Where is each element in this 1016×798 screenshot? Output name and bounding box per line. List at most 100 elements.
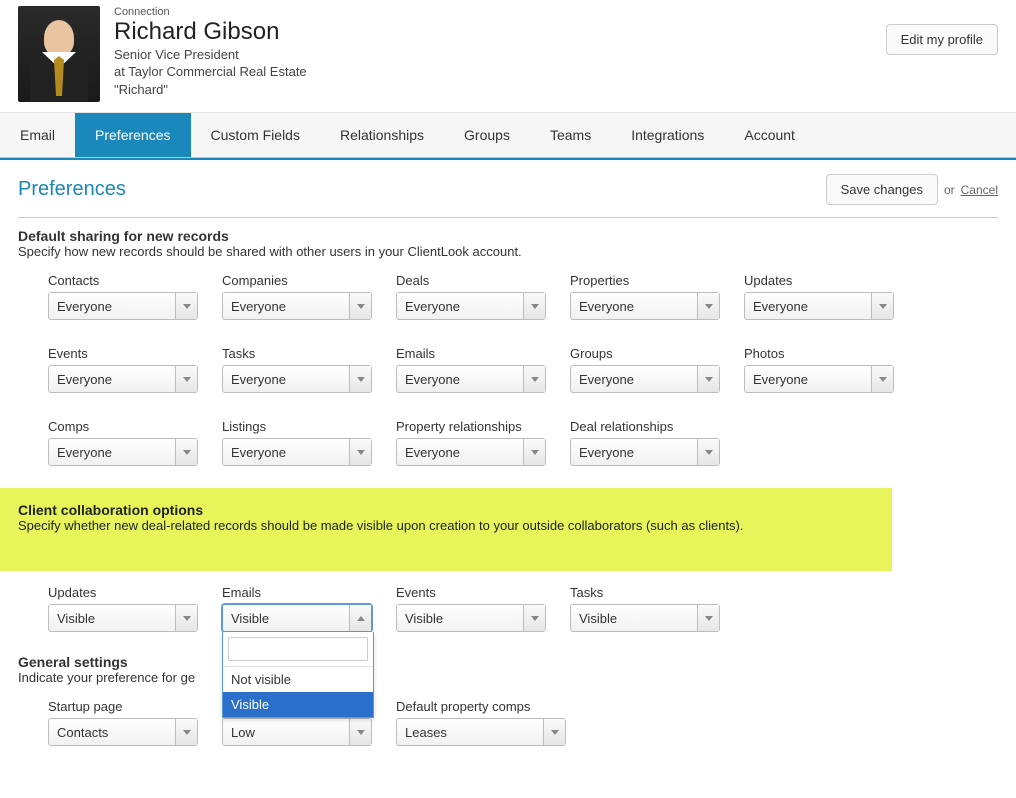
sharing-tasks-label: Tasks [222,346,372,361]
tab-preferences[interactable]: Preferences [75,113,190,157]
collab-emails-label: Emails [222,585,372,600]
chevron-down-icon [523,366,545,392]
sharing-title: Default sharing for new records [18,228,998,244]
general-desc: Indicate your preference for general set… [18,670,998,685]
sharing-companies-label: Companies [222,273,372,288]
chevron-down-icon [697,605,719,631]
sharing-grid: Contacts Everyone Companies Everyone Dea… [18,273,998,466]
sharing-desc: Specify how new records should be shared… [18,244,998,259]
sharing-events-select[interactable]: Everyone [48,365,198,393]
cancel-link[interactable]: Cancel [961,183,998,197]
chevron-down-icon [349,293,371,319]
sharing-deals-label: Deals [396,273,546,288]
or-text: or [944,183,955,197]
sharing-comps-select[interactable]: Everyone [48,438,198,466]
chevron-down-icon [543,719,565,745]
edit-profile-button[interactable]: Edit my profile [886,24,998,55]
collab-tasks-select[interactable]: Visible [570,604,720,632]
sharing-events-label: Events [48,346,198,361]
collab-desc: Specify whether new deal-related records… [18,518,874,533]
dropdown-option-visible[interactable]: Visible [223,692,373,717]
profile-header: Connection Richard Gibson Senior Vice Pr… [0,0,1016,112]
general-startup-label: Startup page [48,699,198,714]
collab-emails-dropdown: Not visible Visible [222,632,374,718]
sharing-updates-select[interactable]: Everyone [744,292,894,320]
sharing-properties-select[interactable]: Everyone [570,292,720,320]
profile-info: Connection Richard Gibson Senior Vice Pr… [100,6,886,98]
collab-events-select[interactable]: Visible [396,604,546,632]
general-title: General settings [18,654,998,670]
connection-label: Connection [114,6,886,18]
chevron-down-icon [349,366,371,392]
chevron-down-icon [175,439,197,465]
sharing-groups-label: Groups [570,346,720,361]
tab-relationships[interactable]: Relationships [320,113,444,157]
general-startup-select[interactable]: Contacts [48,718,198,746]
general-grid: Startup page Contacts Task priority Low … [18,699,998,746]
tab-groups[interactable]: Groups [444,113,530,157]
person-company: at Taylor Commercial Real Estate [114,63,886,81]
chevron-down-icon [175,366,197,392]
collab-highlight: Client collaboration options Specify whe… [0,488,892,571]
chevron-up-icon [349,605,371,631]
general-comps-select[interactable]: Leases [396,718,566,746]
sharing-emails-label: Emails [396,346,546,361]
sharing-proprel-label: Property relationships [396,419,546,434]
chevron-down-icon [175,293,197,319]
collab-title: Client collaboration options [18,502,874,518]
tab-teams[interactable]: Teams [530,113,611,157]
sharing-tasks-select[interactable]: Everyone [222,365,372,393]
chevron-down-icon [697,439,719,465]
collab-updates-label: Updates [48,585,198,600]
person-title: Senior Vice President [114,46,886,64]
sharing-groups-select[interactable]: Everyone [570,365,720,393]
dropdown-search-box[interactable] [228,637,368,661]
tabbar: Email Preferences Custom Fields Relation… [0,112,1016,158]
sharing-deals-select[interactable]: Everyone [396,292,546,320]
collab-updates-select[interactable]: Visible [48,604,198,632]
avatar [18,6,100,102]
dropdown-option-not-visible[interactable]: Not visible [223,667,373,692]
sharing-contacts-select[interactable]: Everyone [48,292,198,320]
sharing-dealrel-select[interactable]: Everyone [570,438,720,466]
tab-email[interactable]: Email [0,113,75,157]
sharing-companies-select[interactable]: Everyone [222,292,372,320]
tab-integrations[interactable]: Integrations [611,113,724,157]
sharing-properties-label: Properties [570,273,720,288]
chevron-down-icon [349,439,371,465]
sharing-photos-label: Photos [744,346,894,361]
collab-tasks-label: Tasks [570,585,720,600]
chevron-down-icon [175,719,197,745]
chevron-down-icon [523,439,545,465]
chevron-down-icon [523,605,545,631]
collab-emails-select[interactable]: Visible Not visible Visible [222,604,372,632]
person-nickname: "Richard" [114,81,886,99]
chevron-down-icon [871,366,893,392]
sharing-emails-select[interactable]: Everyone [396,365,546,393]
general-priority-select[interactable]: Low [222,718,372,746]
chevron-down-icon [523,293,545,319]
sharing-listings-label: Listings [222,419,372,434]
general-comps-label: Default property comps [396,699,566,714]
collab-grid: Updates Visible Emails Visible [18,585,998,632]
sharing-listings-select[interactable]: Everyone [222,438,372,466]
sharing-contacts-label: Contacts [48,273,198,288]
chevron-down-icon [697,293,719,319]
sharing-dealrel-label: Deal relationships [570,419,720,434]
save-changes-button[interactable]: Save changes [826,174,938,205]
tab-account[interactable]: Account [724,113,815,157]
tab-custom-fields[interactable]: Custom Fields [191,113,320,157]
person-name: Richard Gibson [114,18,886,46]
chevron-down-icon [175,605,197,631]
sharing-photos-select[interactable]: Everyone [744,365,894,393]
dropdown-search-input[interactable] [233,642,388,656]
chevron-down-icon [871,293,893,319]
dropdown-search-wrap [223,632,373,667]
page-header: Preferences Save changes or Cancel [18,174,998,218]
collab-events-label: Events [396,585,546,600]
sharing-updates-label: Updates [744,273,894,288]
sharing-proprel-select[interactable]: Everyone [396,438,546,466]
chevron-down-icon [697,366,719,392]
page-title: Preferences [18,178,826,201]
chevron-down-icon [349,719,371,745]
